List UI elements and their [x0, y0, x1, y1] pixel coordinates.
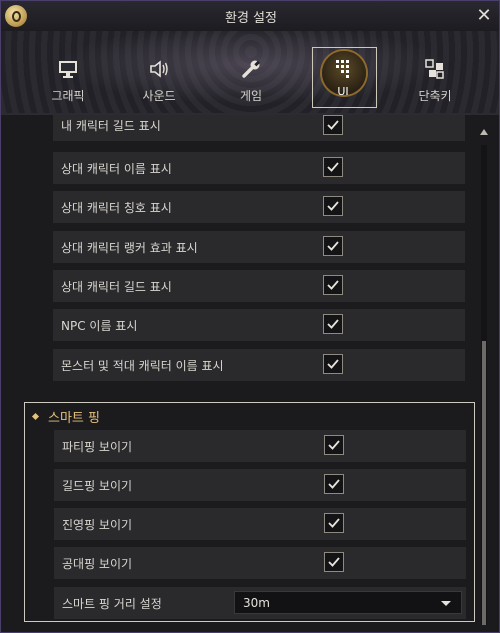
checkmark-icon: [327, 319, 339, 329]
setting-label: 내 캐릭터 길드 표시: [61, 119, 161, 133]
setting-row: 내 캐릭터 길드 표시: [53, 115, 465, 141]
tab-label: 단축키: [418, 89, 452, 103]
ping-row-party: 파티핑 보이기: [54, 430, 466, 462]
speaker-icon: [150, 60, 168, 78]
setting-checkbox[interactable]: [323, 196, 343, 216]
setting-label: 스마트 핑 거리 설정: [62, 597, 162, 611]
checkmark-icon: [327, 162, 339, 172]
tab-label: 그래픽: [51, 89, 85, 103]
ping-row-faction: 진영핑 보이기: [54, 508, 466, 540]
setting-row: 상대 캐릭터 랭커 효과 표시: [53, 231, 465, 263]
setting-checkbox[interactable]: [324, 552, 344, 572]
wrench-icon: [242, 60, 260, 78]
setting-row: 상대 캐릭터 이름 표시: [53, 152, 465, 184]
setting-checkbox[interactable]: [323, 157, 343, 177]
setting-checkbox[interactable]: [323, 115, 343, 135]
setting-label: 상대 캐릭터 이름 표시: [61, 162, 172, 176]
setting-checkbox[interactable]: [324, 435, 344, 455]
ping-row-raid: 공대핑 보이기: [54, 547, 466, 579]
checkmark-icon: [327, 359, 339, 369]
select-value: 30m: [243, 596, 270, 610]
chevron-down-icon: [441, 601, 451, 606]
tab-ui[interactable]: UI: [312, 31, 382, 115]
setting-label: 상대 캐릭터 길드 표시: [61, 280, 172, 294]
section-title-text: 스마트 핑: [48, 411, 100, 426]
tab-bar: 그래픽 사운드 게임 UI 단축키: [1, 31, 499, 115]
setting-checkbox[interactable]: [323, 354, 343, 374]
setting-label: 진영핑 보이기: [62, 518, 133, 532]
scroll-up-arrow-icon[interactable]: [479, 127, 489, 137]
setting-label: 상대 캐릭터 랭커 효과 표시: [61, 241, 198, 255]
setting-label: 상대 캐릭터 칭호 표시: [61, 201, 172, 215]
checkmark-icon: [328, 557, 340, 567]
setting-label: 길드핑 보이기: [62, 479, 133, 493]
tab-label: 게임: [239, 89, 263, 103]
setting-checkbox[interactable]: [323, 275, 343, 295]
setting-label: 공대핑 보이기: [62, 557, 133, 571]
setting-label: 몬스터 및 적대 캐릭터 이름 표시: [61, 359, 224, 373]
checkmark-icon: [328, 518, 340, 528]
checkmark-icon: [327, 120, 339, 130]
checkmark-icon: [328, 440, 340, 450]
setting-row: 몬스터 및 적대 캐릭터 이름 표시: [53, 349, 465, 381]
setting-label: 파티핑 보이기: [62, 440, 133, 454]
settings-content: 내 캐릭터 길드 표시 상대 캐릭터 이름 표시 상대 캐릭터 칭호 표시 상대…: [1, 115, 499, 632]
setting-checkbox[interactable]: [323, 236, 343, 256]
setting-checkbox[interactable]: [324, 513, 344, 533]
monitor-icon: [59, 61, 77, 78]
ping-distance-row: 스마트 핑 거리 설정 30m: [54, 587, 466, 619]
close-icon[interactable]: ✕: [473, 5, 495, 27]
setting-checkbox[interactable]: [324, 474, 344, 494]
tab-label: UI: [337, 85, 349, 98]
tab-sound[interactable]: 사운드: [124, 31, 194, 115]
checkmark-icon: [327, 201, 339, 211]
setting-row: 상대 캐릭터 칭호 표시: [53, 191, 465, 223]
checkmark-icon: [327, 241, 339, 251]
ping-row-guild: 길드핑 보이기: [54, 469, 466, 501]
smart-ping-section: 스마트 핑 파티핑 보이기 길드핑 보이기 진영핑 보이기 공대핑 보이기 스마…: [24, 402, 475, 622]
shortcut-keys-icon: [425, 59, 444, 79]
setting-label: NPC 이름 표시: [61, 319, 138, 333]
window-title: 환경 설정: [225, 11, 277, 26]
ping-distance-select[interactable]: 30m: [234, 591, 462, 614]
tab-shortcuts[interactable]: 단축키: [400, 31, 470, 115]
checkmark-icon: [328, 479, 340, 489]
tab-graphics[interactable]: 그래픽: [33, 31, 103, 115]
tab-label: 사운드: [142, 89, 176, 103]
diamond-bullet-icon: [31, 412, 40, 421]
setting-row: 상대 캐릭터 길드 표시: [53, 270, 465, 302]
ui-grid-icon: [336, 60, 349, 78]
title-bar: 환경 설정 ✕: [1, 1, 499, 31]
section-title: 스마트 핑: [31, 407, 100, 426]
settings-window: 환경 설정 ✕ 그래픽 사운드 게임 UI 단축키 내 캐릭터 길드 표시 상대…: [0, 0, 500, 633]
scrollbar-thumb[interactable]: [482, 341, 486, 625]
checkmark-icon: [327, 280, 339, 290]
setting-checkbox[interactable]: [323, 314, 343, 334]
setting-row: NPC 이름 표시: [53, 309, 465, 341]
tab-game[interactable]: 게임: [216, 31, 286, 115]
